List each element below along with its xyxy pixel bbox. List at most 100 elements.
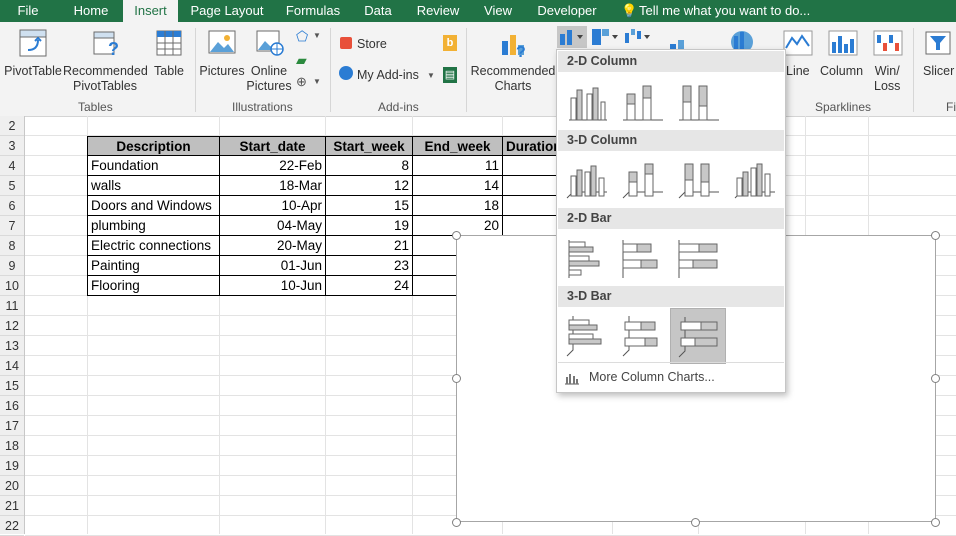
row-header[interactable]: 21 bbox=[0, 496, 24, 516]
resize-handle[interactable] bbox=[931, 231, 940, 240]
row-header[interactable]: 13 bbox=[0, 336, 24, 356]
resize-handle[interactable] bbox=[452, 518, 461, 527]
table-cell[interactable]: Foundation bbox=[87, 156, 220, 176]
row-header[interactable]: 9 bbox=[0, 256, 24, 276]
table-cell[interactable]: Flooring bbox=[87, 276, 220, 296]
store-button[interactable]: Store bbox=[357, 37, 387, 52]
sparkline-column-button[interactable]: Column bbox=[820, 64, 863, 79]
table-cell[interactable]: 24 bbox=[325, 276, 413, 296]
table-cell[interactable]: 21 bbox=[325, 236, 413, 256]
tab-data[interactable]: Data bbox=[358, 0, 398, 22]
option-3d-100-stacked-column[interactable] bbox=[673, 154, 723, 206]
table-cell[interactable]: Painting bbox=[87, 256, 220, 276]
table-cell[interactable]: walls bbox=[87, 176, 220, 196]
table-cell[interactable]: Electric connections bbox=[87, 236, 220, 256]
option-clustered-column[interactable] bbox=[561, 76, 611, 128]
table-cell[interactable]: 12 bbox=[325, 176, 413, 196]
resize-handle[interactable] bbox=[452, 231, 461, 240]
table-cell[interactable]: 18-Mar bbox=[219, 176, 326, 196]
table-cell[interactable]: 11 bbox=[412, 156, 503, 176]
row-header[interactable]: 18 bbox=[0, 436, 24, 456]
table-cell[interactable] bbox=[502, 216, 558, 236]
more-column-charts-link[interactable]: More Column Charts... bbox=[589, 370, 715, 384]
table-cell[interactable] bbox=[412, 256, 456, 276]
row-header[interactable]: 10 bbox=[0, 276, 24, 296]
table-cell[interactable]: 22-Feb bbox=[219, 156, 326, 176]
table-cell[interactable] bbox=[502, 196, 558, 216]
tell-me-search[interactable]: Tell me what you want to do... bbox=[639, 0, 810, 22]
my-addins-dropdown-icon[interactable]: ▼ bbox=[427, 71, 435, 80]
option-3d-column[interactable] bbox=[729, 154, 779, 206]
row-header[interactable]: 8 bbox=[0, 236, 24, 256]
row-header[interactable]: 16 bbox=[0, 396, 24, 416]
option-100-stacked-column[interactable] bbox=[673, 76, 723, 128]
option-3d-stacked-column[interactable] bbox=[617, 154, 667, 206]
row-header[interactable]: 11 bbox=[0, 296, 24, 316]
option-stacked-column[interactable] bbox=[617, 76, 667, 128]
waterfall-chart-icon[interactable] bbox=[623, 27, 653, 47]
table-cell[interactable]: 20-May bbox=[219, 236, 326, 256]
table-cell[interactable]: plumbing bbox=[87, 216, 220, 236]
table-cell[interactable]: 14 bbox=[412, 176, 503, 196]
table-cell[interactable] bbox=[412, 236, 456, 256]
table-header-cell[interactable]: Start_date bbox=[219, 136, 326, 156]
smartart-icon[interactable]: ▰ bbox=[296, 52, 307, 69]
pictures-button[interactable]: Pictures bbox=[199, 64, 245, 79]
resize-handle[interactable] bbox=[691, 518, 700, 527]
table-cell[interactable] bbox=[502, 176, 558, 196]
row-header[interactable]: 22 bbox=[0, 516, 24, 536]
row-header[interactable]: 7 bbox=[0, 216, 24, 236]
row-header[interactable]: 12 bbox=[0, 316, 24, 336]
online-pictures-button[interactable]: Online Pictures bbox=[246, 64, 292, 94]
table-cell[interactable]: 23 bbox=[325, 256, 413, 276]
tab-developer[interactable]: Developer bbox=[532, 0, 602, 22]
option-stacked-bar[interactable] bbox=[617, 232, 667, 284]
screenshot-icon[interactable]: ⊕ bbox=[296, 74, 307, 90]
row-header[interactable]: 4 bbox=[0, 156, 24, 176]
table-cell[interactable]: 15 bbox=[325, 196, 413, 216]
tab-file[interactable]: File bbox=[8, 0, 48, 22]
column-chart-button[interactable] bbox=[557, 26, 587, 48]
option-100-stacked-bar[interactable] bbox=[673, 232, 723, 284]
people-graph-icon[interactable]: ▤ bbox=[443, 67, 457, 83]
bing-maps-icon[interactable]: b bbox=[443, 35, 457, 51]
table-cell[interactable] bbox=[502, 156, 558, 176]
row-header[interactable]: 3 bbox=[0, 136, 24, 156]
tab-formulas[interactable]: Formulas bbox=[282, 0, 344, 22]
table-cell[interactable]: 04-May bbox=[219, 216, 326, 236]
table-header-cell[interactable]: End_week bbox=[412, 136, 503, 156]
option-3d-stacked-bar[interactable] bbox=[617, 310, 667, 362]
tab-insert[interactable]: Insert bbox=[123, 0, 178, 22]
hierarchy-chart-icon[interactable] bbox=[590, 27, 620, 47]
table-header-cell[interactable]: Start_week bbox=[325, 136, 413, 156]
table-cell[interactable]: 01-Jun bbox=[219, 256, 326, 276]
my-addins-button[interactable]: My Add-ins bbox=[357, 68, 419, 83]
table-cell[interactable]: Doors and Windows bbox=[87, 196, 220, 216]
resize-handle[interactable] bbox=[931, 518, 940, 527]
table-cell[interactable]: 10-Jun bbox=[219, 276, 326, 296]
table-cell[interactable]: 18 bbox=[412, 196, 503, 216]
slicer-button[interactable]: Slicer bbox=[923, 64, 954, 79]
row-header[interactable]: 19 bbox=[0, 456, 24, 476]
tab-review[interactable]: Review bbox=[413, 0, 463, 22]
table-cell[interactable]: 10-Apr bbox=[219, 196, 326, 216]
table-header-cell[interactable]: Duration bbox=[502, 136, 558, 156]
option-3d-100-stacked-bar[interactable] bbox=[670, 308, 726, 364]
recommended-pivottables-button[interactable]: Recommended PivotTables bbox=[63, 64, 148, 94]
sparkline-winloss-button[interactable]: Win/ Loss bbox=[874, 64, 900, 94]
tab-home[interactable]: Home bbox=[66, 0, 116, 22]
row-header[interactable]: 15 bbox=[0, 376, 24, 396]
recommended-charts-button[interactable]: Recommended Charts bbox=[470, 64, 556, 94]
sparkline-line-button[interactable]: Line bbox=[786, 64, 810, 79]
resize-handle[interactable] bbox=[931, 374, 940, 383]
row-header[interactable]: 17 bbox=[0, 416, 24, 436]
tab-page-layout[interactable]: Page Layout bbox=[188, 0, 266, 22]
shapes-icon[interactable]: ⬠ bbox=[296, 28, 308, 45]
table-header-cell[interactable]: Description bbox=[87, 136, 220, 156]
pivottable-button[interactable]: PivotTable bbox=[3, 64, 63, 79]
resize-handle[interactable] bbox=[452, 374, 461, 383]
option-3d-clustered-column[interactable] bbox=[561, 154, 611, 206]
tab-view[interactable]: View bbox=[480, 0, 516, 22]
row-header[interactable]: 14 bbox=[0, 356, 24, 376]
table-cell[interactable]: 19 bbox=[325, 216, 413, 236]
